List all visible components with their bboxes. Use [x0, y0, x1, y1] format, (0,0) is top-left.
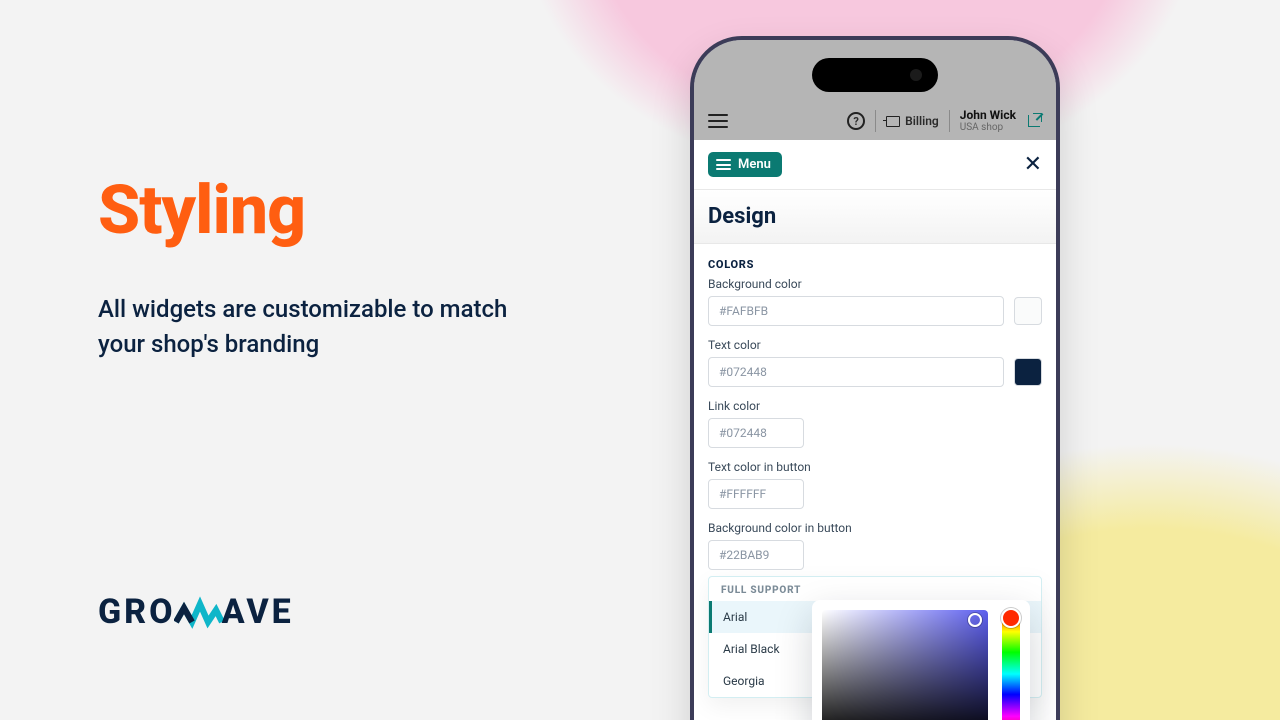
color-picker-popover: #5D5FEF [812, 600, 1030, 720]
hue-slider[interactable] [1002, 610, 1020, 720]
menu-button[interactable]: Menu [708, 152, 782, 177]
color-gradient-area[interactable] [822, 610, 988, 720]
button-bg-color-input[interactable]: #22BAB9 [708, 540, 804, 570]
section-heading: Design [694, 189, 1056, 244]
text-color-label: Text color [708, 338, 1042, 352]
help-icon[interactable]: ? [847, 112, 865, 130]
menu-icon [716, 159, 731, 170]
hue-slider-handle[interactable] [1001, 608, 1021, 628]
button-text-color-label: Text color in button [708, 460, 1042, 474]
user-shop: USA shop [960, 122, 1016, 133]
divider [949, 110, 950, 132]
link-color-label: Link color [708, 399, 1042, 413]
colors-group-label: COLORS [708, 258, 1042, 271]
button-text-color-input[interactable]: #FFFFFF [708, 479, 804, 509]
billing-link[interactable]: Billing [886, 114, 939, 128]
close-icon[interactable]: ✕ [1024, 152, 1042, 177]
bg-color-swatch[interactable] [1014, 297, 1042, 325]
billing-label: Billing [905, 114, 939, 128]
page-title: Styling [98, 170, 518, 250]
divider [875, 110, 876, 132]
bg-color-input[interactable]: #FAFBFB [708, 296, 1004, 326]
billing-icon [886, 116, 900, 127]
brand-logo: GRO AVE [98, 592, 294, 632]
page-subtitle: All widgets are customizable to match yo… [98, 292, 518, 362]
text-color-input[interactable]: #072448 [708, 357, 1004, 387]
text-color-swatch[interactable] [1014, 358, 1042, 386]
account-switcher[interactable]: John Wick USA shop [960, 109, 1016, 133]
bg-color-label: Background color [708, 277, 1042, 291]
link-color-input[interactable]: #072448 [708, 418, 804, 448]
phone-mockup: ? Billing John Wick USA shop Menu ✕ [690, 36, 1060, 720]
menu-button-label: Menu [738, 157, 771, 172]
hamburger-icon[interactable] [708, 114, 728, 128]
button-bg-color-label: Background color in button [708, 521, 1042, 535]
user-name: John Wick [960, 109, 1016, 122]
color-picker-handle[interactable] [968, 613, 982, 627]
phone-notch [812, 58, 938, 92]
external-link-icon[interactable] [1026, 113, 1042, 129]
font-group-heading: FULL SUPPORT [709, 577, 1041, 601]
